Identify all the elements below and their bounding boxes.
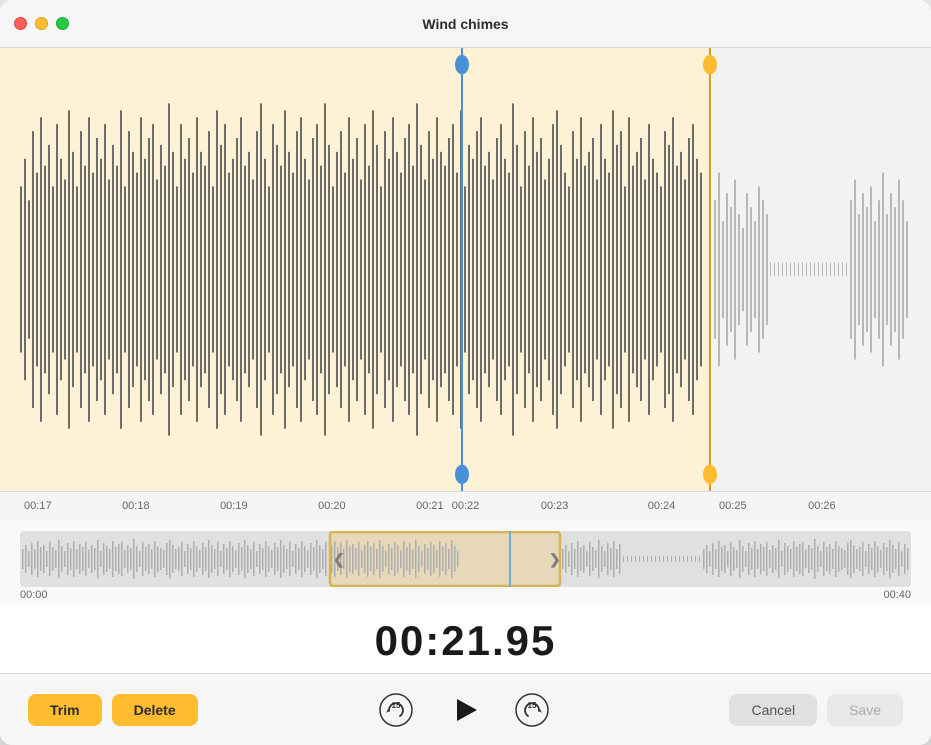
mini-timeline-section: // We'll just draw them statically [0,521,931,605]
ruler-mark-18: 00:18 [122,500,150,512]
maximize-button[interactable] [56,17,69,30]
controls-left: Trim Delete [28,694,198,726]
svg-text:❮: ❮ [333,551,345,568]
waveform-section: 00:17 00:18 00:19 00:20 00:21 00:22 00:2… [0,48,931,521]
ruler-mark-23: 00:23 [541,500,569,512]
ruler-mark-21: 00:21 [416,500,444,512]
close-button[interactable] [14,17,27,30]
controls-right: Cancel Save [729,694,903,726]
skip-back-button[interactable]: 15 [377,691,415,729]
ruler-mark-20: 00:20 [318,500,346,512]
minimize-button[interactable] [35,17,48,30]
svg-text:❯: ❯ [549,551,561,568]
ruler-mark-22: 00:22 [452,500,480,512]
ruler-mark-17: 00:17 [24,500,52,512]
ruler-mark-24: 00:24 [648,500,676,512]
controls-center: 15 15 [198,689,730,731]
skip-forward-button[interactable]: 15 [513,691,551,729]
mini-timeline[interactable]: // We'll just draw them statically [20,531,911,587]
timeline-ruler: 00:17 00:18 00:19 00:20 00:21 00:22 00:2… [0,491,931,521]
traffic-lights [14,17,69,30]
waveform-svg [0,48,931,491]
svg-text:15: 15 [527,701,536,710]
ruler-mark-19: 00:19 [220,500,248,512]
svg-text:15: 15 [391,701,400,710]
app-window: Wind chimes [0,0,931,745]
controls-bar: Trim Delete 15 [0,673,931,745]
play-button[interactable] [443,689,485,731]
cancel-button[interactable]: Cancel [729,694,817,726]
ruler-mark-25: 00:25 [719,500,747,512]
waveform-canvas[interactable] [0,48,931,491]
mini-timeline-svg: // We'll just draw them statically [20,531,911,587]
skip-back-icon: 15 [378,692,414,728]
ruler-mark-26: 00:26 [808,500,836,512]
mini-ruler-end: 00:40 [883,589,911,601]
trim-button[interactable]: Trim [28,694,102,726]
save-button[interactable]: Save [827,694,903,726]
mini-ruler: 00:00 00:40 [20,587,911,601]
delete-button[interactable]: Delete [112,694,198,726]
mini-ruler-start: 00:00 [20,589,48,601]
time-display: 00:21.95 [0,605,931,673]
play-icon [443,689,485,731]
skip-forward-icon: 15 [514,692,550,728]
titlebar: Wind chimes [0,0,931,48]
window-title: Wind chimes [422,16,508,32]
